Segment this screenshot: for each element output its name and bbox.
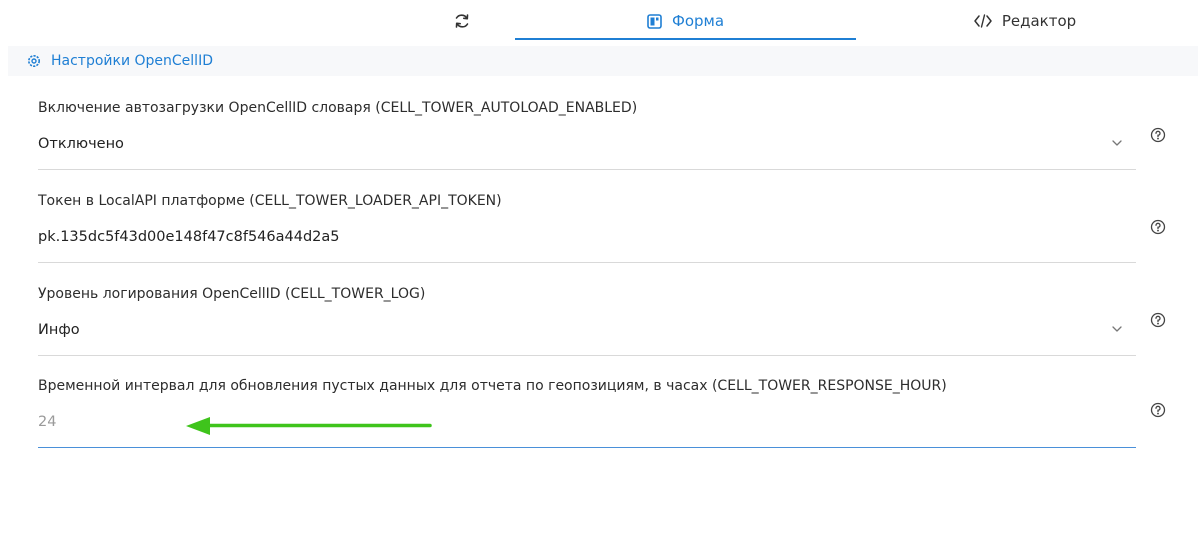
- view-tabbar: Форма Редактор: [0, 0, 1203, 44]
- tab-editor[interactable]: Редактор: [860, 0, 1190, 42]
- settings-page: Форма Редактор Настройки OpenCellID Вклю…: [0, 0, 1203, 548]
- annotation-arrow: [186, 417, 432, 435]
- section-title: Настройки OpenCellID: [51, 53, 213, 69]
- refresh-button[interactable]: [430, 0, 494, 42]
- field-label: Уровень логирования OpenCellID (CELL_TOW…: [38, 286, 426, 302]
- field-label: Временной интервал для обновления пустых…: [38, 378, 947, 394]
- chevron-down-icon[interactable]: [1110, 322, 1124, 336]
- help-icon[interactable]: [1150, 402, 1166, 418]
- field-value: Инфо: [38, 322, 80, 338]
- tab-form[interactable]: Форма: [515, 0, 856, 42]
- field-value: Отключено: [38, 136, 124, 152]
- code-icon: [974, 14, 992, 28]
- field-underline: [38, 262, 1136, 263]
- refresh-icon: [455, 14, 469, 28]
- tab-editor-label: Редактор: [1001, 12, 1077, 30]
- field-value: 24: [38, 414, 57, 430]
- field-value: pk.135dc5f43d00e148f47c8f546a44d2a5: [38, 229, 340, 245]
- help-icon[interactable]: [1150, 312, 1166, 328]
- chevron-down-icon[interactable]: [1110, 136, 1124, 150]
- api-token-input[interactable]: Токен в LocalAPI платформе (CELL_TOWER_L…: [38, 193, 1138, 263]
- section-header[interactable]: Настройки OpenCellID: [8, 46, 1198, 76]
- form-icon: [647, 13, 662, 29]
- field-label: Включение автозагрузки OpenCellID словар…: [38, 100, 638, 116]
- field-label: Токен в LocalAPI платформе (CELL_TOWER_L…: [38, 193, 502, 209]
- help-icon[interactable]: [1150, 219, 1166, 235]
- log-level-select[interactable]: Уровень логирования OpenCellID (CELL_TOW…: [38, 286, 1138, 356]
- field-underline: [38, 355, 1136, 356]
- active-tab-indicator: [515, 38, 856, 40]
- field-underline: [38, 446, 1136, 448]
- gear-icon: [28, 55, 40, 67]
- help-icon[interactable]: [1150, 127, 1166, 143]
- autoload-enabled-select[interactable]: Включение автозагрузки OpenCellID словар…: [38, 100, 1138, 170]
- field-underline: [38, 169, 1136, 170]
- tab-form-label: Форма: [671, 12, 725, 30]
